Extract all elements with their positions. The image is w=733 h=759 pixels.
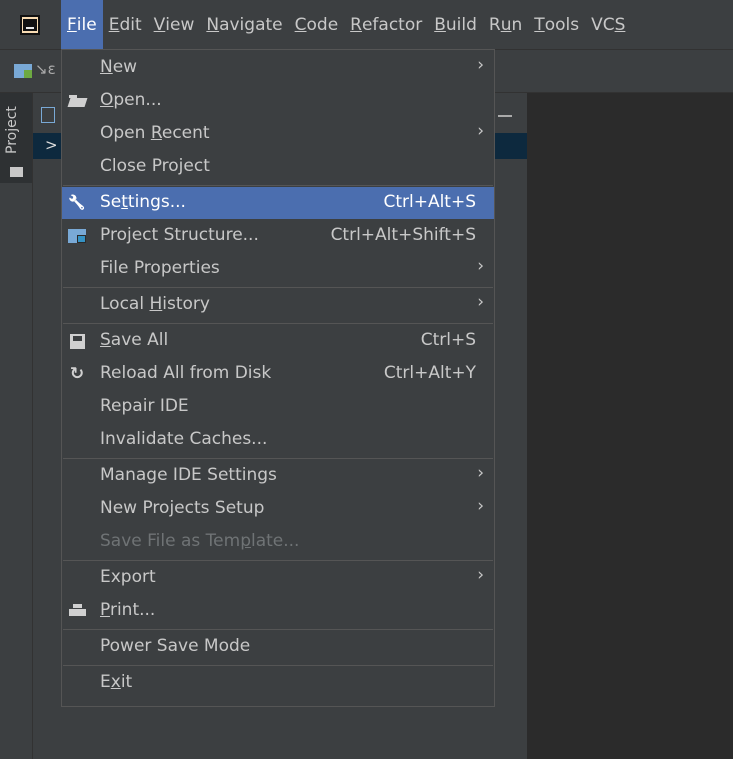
folder-icon xyxy=(10,167,23,177)
project-tool-window-tab[interactable]: Project xyxy=(0,93,32,183)
menu-item-manage-ide-settings[interactable]: Manage IDE Settings › xyxy=(62,460,494,492)
menu-item-label: Local History xyxy=(100,294,210,314)
main-menu: File Edit View Navigate Code Refactor Build Ru n… xyxy=(61,0,631,49)
menu-separator xyxy=(63,458,493,459)
minimize-icon[interactable] xyxy=(498,115,512,117)
menu-item-close-project[interactable]: Close Project xyxy=(62,151,494,183)
menu-item-shortcut: Ctrl+Alt+Y xyxy=(383,363,476,383)
menu-item-label: Print... xyxy=(100,600,156,620)
menu-item-label: Export xyxy=(100,567,156,587)
wrench-icon: 🔧 xyxy=(68,195,86,211)
folder-open-icon xyxy=(68,92,86,110)
menu-item-label: Power Save Mode xyxy=(100,636,251,656)
menu-separator xyxy=(63,560,493,561)
menu-separator xyxy=(63,185,493,186)
menu-item-export[interactable]: Export › xyxy=(62,562,494,594)
menu-item-invalidate-caches[interactable]: Invalidate Caches... xyxy=(62,424,494,456)
menu-separator xyxy=(63,665,493,666)
menu-item-label: New xyxy=(100,57,138,77)
menu-item-open-recent[interactable]: Open Recent › xyxy=(62,118,494,150)
reload-icon: ↻ xyxy=(69,364,85,384)
menu-build[interactable]: Build xyxy=(428,0,483,49)
menu-vcs[interactable]: VC S xyxy=(585,0,631,49)
menu-item-repair-ide[interactable]: Repair IDE xyxy=(62,391,494,423)
menu-item-save-file-as-template: Save File as Template... xyxy=(62,526,494,558)
menu-item-label: Settings... xyxy=(100,192,186,212)
menu-run[interactable]: Run xyxy=(483,0,528,49)
menu-tools[interactable]: Tools xyxy=(528,0,585,49)
submenu-arrow-icon: › xyxy=(477,463,484,483)
menu-item-label: Save All xyxy=(100,330,169,350)
expand-arrow-icon[interactable]: > xyxy=(45,136,58,154)
file-menu-dropdown: New › Open... Open Recent › Close Project 🔧 Set… xyxy=(61,49,495,707)
project-structure-icon xyxy=(68,227,86,245)
submenu-arrow-icon: › xyxy=(477,292,484,312)
menu-item-settings[interactable]: 🔧 Settings... Ctrl+Alt+S xyxy=(62,187,494,219)
menu-item-label: New Projects Setup xyxy=(100,498,265,518)
menu-item-new[interactable]: New › xyxy=(62,52,494,84)
menu-item-reload-all-from-disk[interactable]: ↻ Reload All from Disk Ctrl+Alt+Y xyxy=(62,358,494,390)
menu-separator xyxy=(63,629,493,630)
menu-item-label: Save File as Template... xyxy=(100,531,300,551)
menu-item-shortcut: Ctrl+Alt+S xyxy=(383,192,476,212)
submenu-arrow-icon: › xyxy=(477,496,484,516)
print-icon xyxy=(68,602,86,620)
menu-item-print[interactable]: Print... xyxy=(62,595,494,627)
menu-view[interactable]: View xyxy=(148,0,201,49)
menu-item-open[interactable]: Open... xyxy=(62,85,494,117)
menu-separator xyxy=(63,287,493,288)
project-tab-label: Project xyxy=(4,106,20,154)
left-tool-stripe: Project xyxy=(0,93,33,759)
menu-item-label: Open Recent xyxy=(100,123,210,143)
submenu-arrow-icon: › xyxy=(477,55,484,75)
submenu-arrow-icon: › xyxy=(477,121,484,141)
menu-item-label: Exit xyxy=(100,672,133,692)
menu-item-local-history[interactable]: Local History › xyxy=(62,289,494,321)
menu-item-save-all[interactable]: Save All Ctrl+S xyxy=(62,325,494,357)
menu-item-exit[interactable]: Exit xyxy=(62,667,494,699)
submenu-arrow-icon: › xyxy=(477,256,484,276)
menu-item-new-projects-setup[interactable]: New Projects Setup › xyxy=(62,493,494,525)
menu-item-label: Invalidate Caches... xyxy=(100,429,268,449)
menu-item-label: Repair IDE xyxy=(100,396,189,416)
panel-options-icon[interactable] xyxy=(41,107,55,123)
menu-item-file-properties[interactable]: File Properties › xyxy=(62,253,494,285)
menu-separator xyxy=(63,323,493,324)
menu-item-shortcut: Ctrl+Alt+Shift+S xyxy=(330,225,476,245)
menu-item-label: Manage IDE Settings xyxy=(100,465,277,485)
menu-item-label: Project Structure... xyxy=(100,225,259,245)
navigation-path[interactable]: ↘ɛ xyxy=(35,60,56,78)
menu-code[interactable]: Code xyxy=(289,0,345,49)
menu-item-label: File Properties xyxy=(100,258,220,278)
save-icon xyxy=(68,332,86,350)
menu-item-label: Reload All from Disk xyxy=(100,363,272,383)
project-folder-icon[interactable] xyxy=(14,64,32,78)
menu-file[interactable]: File xyxy=(61,0,103,49)
menu-edit[interactable]: Edit xyxy=(103,0,148,49)
menu-item-project-structure[interactable]: Project Structure... Ctrl+Alt+Shift+S xyxy=(62,220,494,252)
menu-bar: File Edit View Navigate Code Refactor Build Ru n… xyxy=(0,0,733,50)
menu-item-label: Open... xyxy=(100,90,162,110)
menu-refactor[interactable]: Refactor xyxy=(344,0,428,49)
menu-navigate[interactable]: Navigate xyxy=(200,0,288,49)
menu-item-label: Close Project xyxy=(100,156,210,176)
menu-item-power-save-mode[interactable]: Power Save Mode xyxy=(62,631,494,663)
intellij-logo-icon xyxy=(20,15,40,35)
submenu-arrow-icon: › xyxy=(477,565,484,585)
menu-item-shortcut: Ctrl+S xyxy=(420,330,476,350)
